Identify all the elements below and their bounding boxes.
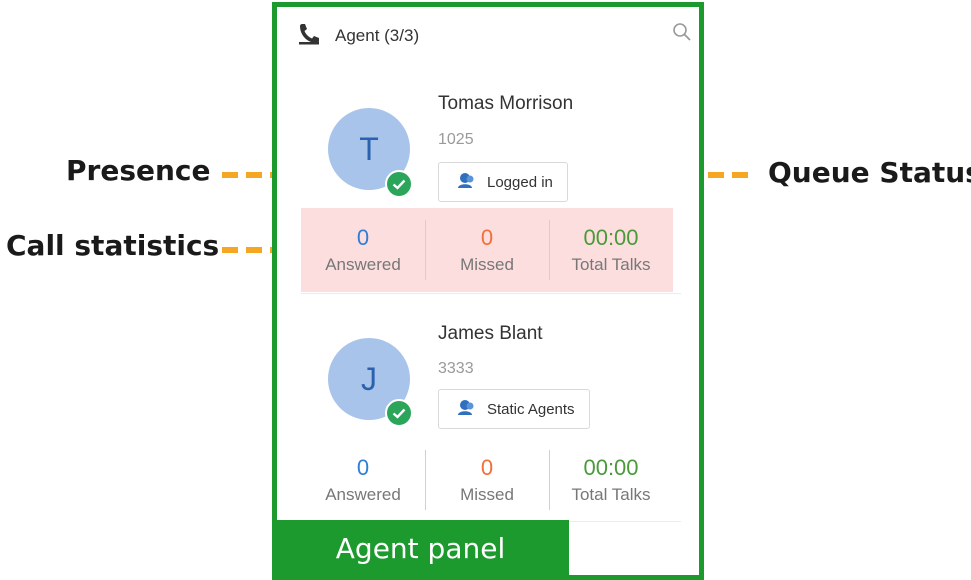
presence-online-icon — [385, 399, 413, 427]
panel-header: Agent (3/3) — [297, 21, 419, 51]
missed-count: 0 — [480, 454, 494, 480]
agent-name: Tomas Morrison — [438, 93, 574, 114]
answered-label: Answered — [325, 484, 401, 504]
phone-icon — [297, 23, 321, 50]
agent-icon — [457, 398, 477, 420]
agent-extension: 3333 — [438, 360, 474, 377]
agent-divider — [301, 293, 681, 294]
answered-count: 0 — [356, 454, 370, 480]
agent-icon — [457, 171, 477, 193]
answered-stat: 0 Answered — [301, 208, 425, 292]
avatar-initial: T — [359, 130, 379, 167]
queue-status-label: Logged in — [487, 173, 553, 191]
missed-stat: 0 Missed — [425, 438, 549, 522]
agent-panel-label: Agent panel — [272, 520, 569, 577]
presence-online-icon — [385, 170, 413, 198]
answered-count: 0 — [356, 224, 370, 250]
answered-label: Answered — [325, 254, 401, 274]
total-talks-value: 00:00 — [583, 224, 639, 250]
avatar-initial: J — [361, 360, 377, 397]
presence-annotation: Presence — [66, 154, 211, 187]
missed-label: Missed — [460, 484, 514, 504]
total-talks-stat: 00:00 Total Talks — [549, 208, 673, 292]
search-icon[interactable] — [671, 21, 693, 43]
call-statistics: 0 Answered 0 Missed 00:00 Total Talks — [301, 208, 673, 292]
answered-stat: 0 Answered — [301, 438, 425, 522]
missed-stat: 0 Missed — [425, 208, 549, 292]
agent-panel: Agent (3/3) Tomas Morrison 1025 T Logged… — [272, 2, 704, 580]
call-statistics-annotation: Call statistics — [6, 229, 220, 262]
total-talks-stat: 00:00 Total Talks — [549, 438, 673, 522]
agent-extension: 1025 — [438, 131, 474, 148]
total-talks-value: 00:00 — [583, 454, 639, 480]
queue-status-button[interactable]: Logged in — [438, 162, 568, 202]
queue-status-label: Static Agents — [487, 400, 575, 418]
total-talks-label: Total Talks — [571, 254, 651, 274]
queue-status-annotation: Queue Status — [768, 156, 971, 189]
missed-label: Missed — [460, 254, 514, 274]
panel-title: Agent (3/3) — [335, 26, 420, 45]
missed-count: 0 — [480, 224, 494, 250]
call-statistics: 0 Answered 0 Missed 00:00 Total Talks — [301, 438, 673, 522]
agent-name: James Blant — [438, 323, 543, 344]
queue-status-button[interactable]: Static Agents — [438, 389, 590, 429]
total-talks-label: Total Talks — [571, 484, 651, 504]
